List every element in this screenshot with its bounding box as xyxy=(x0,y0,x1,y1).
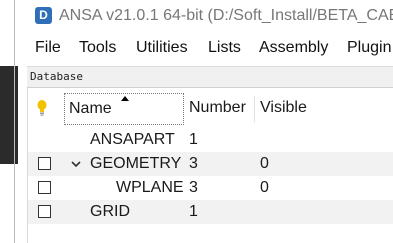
window-divider xyxy=(14,0,15,243)
row-visible: 0 xyxy=(260,155,269,172)
background-window-edge xyxy=(0,0,27,243)
ansa-window: D ANSA v21.0.1 64-bit (D:/Soft_Install/B… xyxy=(27,0,393,243)
app-logo-icon: D xyxy=(35,7,52,24)
menu-file[interactable]: File xyxy=(35,36,61,60)
tree-row-grid[interactable]: GRID 1 xyxy=(28,200,393,224)
column-header-name[interactable]: Name xyxy=(64,93,184,125)
row-name: WPLANE xyxy=(116,179,184,196)
column-header-name-label: Name xyxy=(69,100,112,117)
row-name: GRID xyxy=(90,203,130,220)
title-bar[interactable]: D ANSA v21.0.1 64-bit (D:/Soft_Install/B… xyxy=(27,0,393,32)
menu-bar: File Tools Utilities Lists Assembly Plug… xyxy=(27,36,393,60)
sort-ascending-icon xyxy=(121,96,129,101)
row-name: ANSAPART xyxy=(90,131,175,148)
database-panel-title[interactable]: Database xyxy=(27,66,393,88)
lightbulb-icon[interactable] xyxy=(37,100,47,116)
row-number: 3 xyxy=(189,179,198,196)
tree-row-ansapart[interactable]: ANSAPART 1 xyxy=(28,128,393,152)
chevron-down-icon[interactable] xyxy=(70,158,82,170)
column-header-visible[interactable]: Visible xyxy=(260,99,307,117)
row-visible: 0 xyxy=(260,179,269,196)
row-checkbox[interactable] xyxy=(38,157,51,170)
column-header-number[interactable]: Number xyxy=(189,99,246,117)
column-divider[interactable] xyxy=(254,96,255,122)
row-number: 1 xyxy=(189,131,198,148)
tree-row-wplane[interactable]: WPLANE 3 0 xyxy=(28,176,393,200)
row-number: 3 xyxy=(189,155,198,172)
menu-lists[interactable]: Lists xyxy=(208,36,241,60)
database-tree[interactable]: Name Number Visible ANSAPART 1 GEOMETRY … xyxy=(27,88,393,243)
row-name: GEOMETRY xyxy=(90,155,182,172)
menu-plugin[interactable]: Plugin xyxy=(347,36,391,60)
window-title: ANSA v21.0.1 64-bit (D:/Soft_Install/BET… xyxy=(59,7,393,24)
background-window-strip xyxy=(0,66,18,164)
row-checkbox[interactable] xyxy=(38,181,51,194)
tree-header: Name Number Visible xyxy=(28,88,393,128)
menu-assembly[interactable]: Assembly xyxy=(259,36,328,60)
database-panel-label: Database xyxy=(30,70,83,83)
menu-tools[interactable]: Tools xyxy=(79,36,116,60)
menu-utilities[interactable]: Utilities xyxy=(136,36,188,60)
row-checkbox[interactable] xyxy=(38,205,51,218)
row-number: 1 xyxy=(189,203,198,220)
tree-row-geometry[interactable]: GEOMETRY 3 0 xyxy=(28,152,393,176)
